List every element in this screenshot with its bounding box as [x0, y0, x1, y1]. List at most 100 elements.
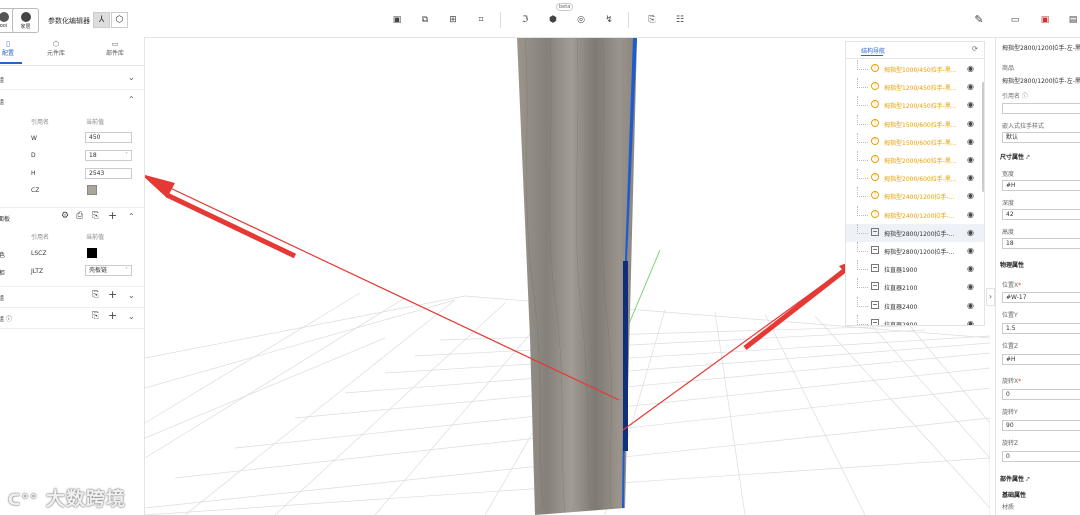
- eye-icon[interactable]: ◉: [967, 210, 974, 219]
- eye-icon[interactable]: ◉: [967, 228, 974, 237]
- watermark-logo-icon: ᑕ°°: [8, 491, 39, 509]
- eye-icon[interactable]: ◉: [967, 155, 974, 164]
- depth-input[interactable]: 42: [1002, 209, 1080, 220]
- copy-icon[interactable]: ⎘: [92, 211, 99, 221]
- settings-icon[interactable]: ⚙: [61, 211, 69, 221]
- structure-nav-item[interactable]: 拇指型2800/1200拉手-... ◉: [846, 242, 984, 260]
- frame-icon[interactable]: ⌗: [474, 13, 488, 27]
- section-panel[interactable]: 面板 ⚙ ⎙ ⎘ + ⌃: [0, 207, 144, 228]
- color-swatch[interactable]: [87, 248, 97, 258]
- add-icon[interactable]: +: [108, 209, 117, 222]
- hinge-select[interactable]: 壳板链 ˅: [85, 265, 132, 276]
- width-input[interactable]: #H: [1002, 180, 1080, 191]
- structure-nav-item[interactable]: ! 拇指型2400/1200拉手-... ◉: [846, 205, 984, 224]
- structure-nav-item[interactable]: ! 拇指型2000/600拉手-黑... ◉: [846, 151, 984, 169]
- param-d-select[interactable]: 18 ˅: [85, 150, 132, 161]
- tab-config[interactable]: ▯ 配置: [0, 40, 28, 57]
- structure-nav-item[interactable]: 拉直器2100 ◉: [846, 278, 984, 296]
- rotate-icon[interactable]: ↯: [602, 13, 616, 27]
- ring-icon[interactable]: ◎: [574, 13, 588, 27]
- import-icon[interactable]: ⎙: [76, 211, 83, 221]
- rotation-x-input[interactable]: 0: [1002, 389, 1080, 400]
- eye-icon[interactable]: ◉: [967, 319, 974, 325]
- eye-icon[interactable]: ◉: [967, 264, 974, 273]
- eye-icon[interactable]: ◉: [967, 246, 974, 255]
- wood-panel[interactable]: [517, 38, 637, 515]
- structure-nav-item-label: 拇指型1500/600拉手-黑...: [884, 139, 957, 147]
- copy-icon[interactable]: ⎘: [92, 290, 99, 300]
- add-icon[interactable]: +: [108, 288, 117, 301]
- position-z-label: 位置Z: [1002, 343, 1019, 350]
- structure-nav-item[interactable]: ! 拇指型1200/450拉手-黑... ◉: [846, 78, 984, 96]
- structure-nav-item[interactable]: 拉直器1900 ◉: [846, 260, 984, 278]
- grid-icon[interactable]: ⊞: [446, 13, 460, 27]
- structure-nav-item[interactable]: ! 拇指型2400/1200拉手-... ◉: [846, 187, 984, 205]
- eye-icon[interactable]: ◉: [967, 137, 974, 146]
- help-icon[interactable]: ▣: [1038, 13, 1052, 27]
- tree-connector: [857, 187, 868, 198]
- chevron-down-icon[interactable]: ⌄: [128, 291, 135, 300]
- eye-icon[interactable]: ◉: [967, 191, 974, 200]
- collapse-right-panel[interactable]: ›: [986, 288, 995, 306]
- position-z-input[interactable]: #H: [1002, 354, 1080, 365]
- eye-icon[interactable]: ◉: [967, 173, 974, 182]
- param-ref: H: [31, 170, 36, 177]
- structure-nav-item-label: 拇指型2400/1200拉手-...: [884, 194, 955, 202]
- chevron-down-icon[interactable]: ⌄: [128, 312, 135, 321]
- axes-mode-button[interactable]: ⅄: [93, 12, 110, 28]
- cube-mode-button[interactable]: ⬡: [111, 12, 128, 28]
- chevron-up-icon[interactable]: ⌃: [128, 212, 135, 221]
- box-3d-icon[interactable]: ▣: [390, 13, 404, 27]
- cube-icon: ⬡: [52, 40, 60, 48]
- rotation-y-input[interactable]: 90: [1002, 420, 1080, 431]
- structure-nav-item[interactable]: ! 拇指型1200/450拉手-黑... ◉: [846, 96, 984, 114]
- pen-icon[interactable]: ✎: [972, 13, 986, 27]
- section-group-5[interactable]: 组 ⓘ ⎘ + ⌄: [0, 308, 144, 329]
- eye-icon[interactable]: ◉: [967, 100, 974, 109]
- chevron-down-icon[interactable]: ⌄: [128, 73, 135, 82]
- tab-component-library[interactable]: ⬡ 元件库: [36, 40, 76, 57]
- company-logo[interactable]: 家居: [12, 8, 39, 33]
- structure-nav-item[interactable]: 拉直器2400 ◉: [846, 296, 984, 315]
- structure-nav-item[interactable]: ! 拇指型2000/600拉手-黑... ◉: [846, 169, 984, 187]
- section-group-4[interactable]: 组 ⎘ + ⌄: [0, 286, 144, 308]
- document-icon[interactable]: ▤: [1066, 13, 1080, 27]
- section-group-1[interactable]: 组 ⌄: [0, 69, 144, 90]
- structure-nav-item[interactable]: ! 拇指型1000/450拉手-黑... ◉: [846, 60, 984, 78]
- eye-icon[interactable]: ◉: [967, 82, 974, 91]
- toolbar-divider: [628, 12, 629, 28]
- structure-nav-item[interactable]: 拉直器2800 ◉: [846, 314, 984, 325]
- eye-icon[interactable]: ◉: [967, 282, 974, 291]
- height-input[interactable]: 18: [1002, 238, 1080, 249]
- param-h-input[interactable]: 2543: [85, 168, 132, 179]
- add-icon[interactable]: +: [108, 309, 117, 322]
- eye-icon[interactable]: ◉: [967, 119, 974, 128]
- structure-nav-item[interactable]: ! 拇指型1500/600拉手-黑... ◉: [846, 132, 984, 151]
- watermark: ᑕ°° 大数跨境: [8, 488, 126, 510]
- chevron-right-icon: ›: [988, 292, 993, 301]
- chart-icon[interactable]: ▭: [1008, 13, 1022, 27]
- section-group-2[interactable]: 组 ⌃: [0, 91, 144, 111]
- copy-icon[interactable]: ⎘: [92, 311, 99, 321]
- export-icon[interactable]: ⎘: [645, 13, 659, 27]
- chevron-up-icon[interactable]: ⌃: [128, 95, 135, 104]
- rotation-z-input[interactable]: 0: [1002, 451, 1080, 462]
- hook-icon[interactable]: ℑ: [518, 13, 532, 27]
- material-swatch[interactable]: [87, 185, 97, 195]
- eye-icon[interactable]: ◉: [967, 301, 974, 310]
- position-y-input[interactable]: 1.5: [1002, 323, 1080, 334]
- refresh-icon[interactable]: ⟳: [972, 45, 978, 53]
- structure-nav-item[interactable]: ! 拇指型1500/600拉手-黑... ◉: [846, 114, 984, 133]
- ref-name-input[interactable]: [1002, 103, 1080, 114]
- structure-nav-item[interactable]: 拇指型2800/1200拉手-... ◉: [846, 223, 984, 242]
- layers-icon[interactable]: ☷: [673, 13, 687, 27]
- cube-search-icon[interactable]: ⧉: [418, 13, 432, 27]
- embed-style-select[interactable]: 默认: [1002, 132, 1080, 143]
- position-x-input[interactable]: #W-17: [1002, 292, 1080, 303]
- tab-part-library[interactable]: ▭ 部件库: [95, 40, 135, 57]
- eye-icon[interactable]: ◉: [967, 64, 974, 73]
- structure-nav-item-label: 拇指型1200/450拉手-黑...: [884, 85, 957, 93]
- puzzle-icon[interactable]: ⬢: [546, 13, 560, 27]
- param-w-input[interactable]: 450: [85, 132, 132, 143]
- warning-icon: !: [871, 155, 879, 163]
